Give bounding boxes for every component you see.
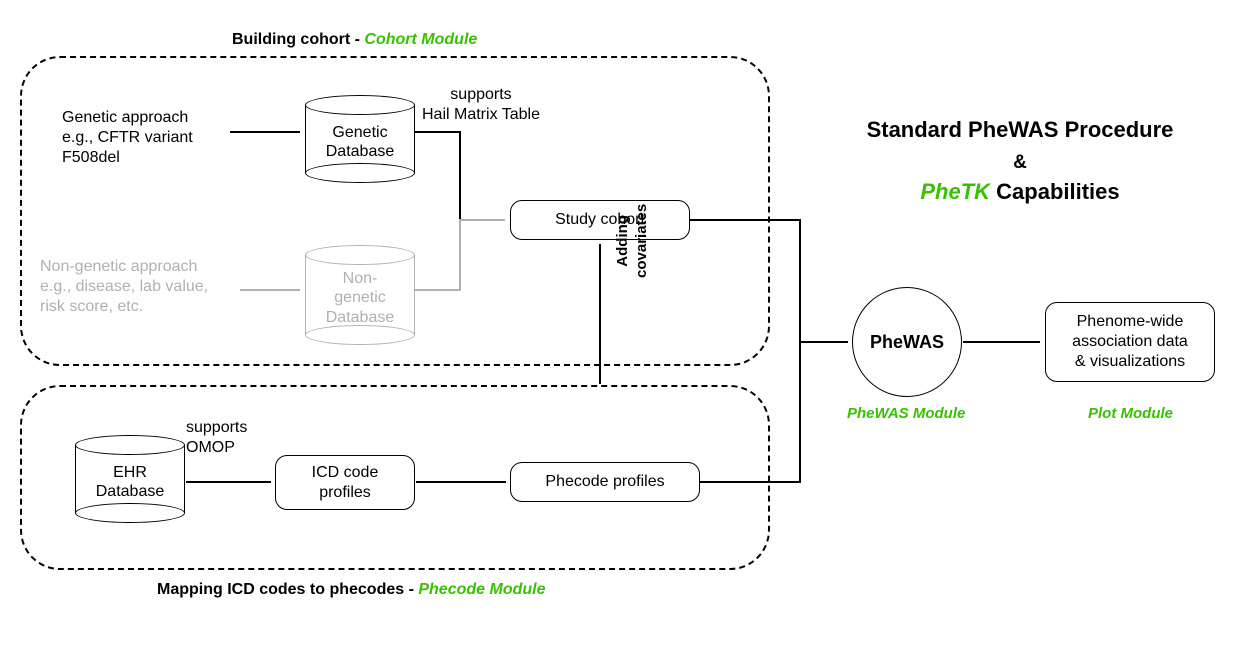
cohort-group-label-text: Building cohort - <box>232 31 364 48</box>
phewas-module-tag: PheWAS Module <box>847 405 965 422</box>
omop-note: supports OMOP <box>186 418 247 458</box>
study-cohort-node: Study cohort <box>510 200 690 240</box>
genetic-database: Genetic Database <box>305 95 415 183</box>
adding-covariates-label: Adding covariates <box>614 204 652 278</box>
phewas-node: PheWAS <box>852 287 962 397</box>
nongenetic-database: Non- genetic Database <box>305 245 415 345</box>
genetic-approach-text: Genetic approach e.g., CFTR variant F508… <box>62 108 193 168</box>
phecode-module-tag: Phecode Module <box>418 581 545 598</box>
icd-profiles-node: ICD code profiles <box>275 455 415 510</box>
title-line1: Standard PheWAS Procedure <box>867 117 1174 142</box>
ehr-database: EHR Database <box>75 435 185 523</box>
title-phetk: PheTK <box>920 179 990 204</box>
title-rest: Capabilities <box>990 179 1120 204</box>
diagram-title: Standard PheWAS Procedure & PheTK Capabi… <box>820 115 1220 207</box>
hail-note: supports Hail Matrix Table <box>422 85 540 125</box>
phecode-profiles-label: Phecode profiles <box>545 472 664 492</box>
phewas-label: PheWAS <box>870 332 944 353</box>
icd-profiles-label: ICD code profiles <box>312 463 379 503</box>
cohort-group-label: Building cohort - Cohort Module <box>232 30 477 50</box>
plot-module-tag: Plot Module <box>1088 405 1173 422</box>
phecode-group-label: Mapping ICD codes to phecodes - Phecode … <box>157 580 545 600</box>
phecode-group-label-text: Mapping ICD codes to phecodes - <box>157 581 418 598</box>
title-amp: & <box>1013 152 1027 173</box>
output-label: Phenome-wide association data & visualiz… <box>1072 312 1188 372</box>
nongenetic-approach-text: Non-genetic approach e.g., disease, lab … <box>40 257 208 317</box>
phecode-profiles-node: Phecode profiles <box>510 462 700 502</box>
output-node: Phenome-wide association data & visualiz… <box>1045 302 1215 382</box>
nongenetic-database-label: Non- genetic Database <box>326 263 395 327</box>
cohort-module-tag: Cohort Module <box>364 31 477 48</box>
genetic-database-label: Genetic Database <box>326 117 395 161</box>
ehr-database-label: EHR Database <box>96 457 165 501</box>
